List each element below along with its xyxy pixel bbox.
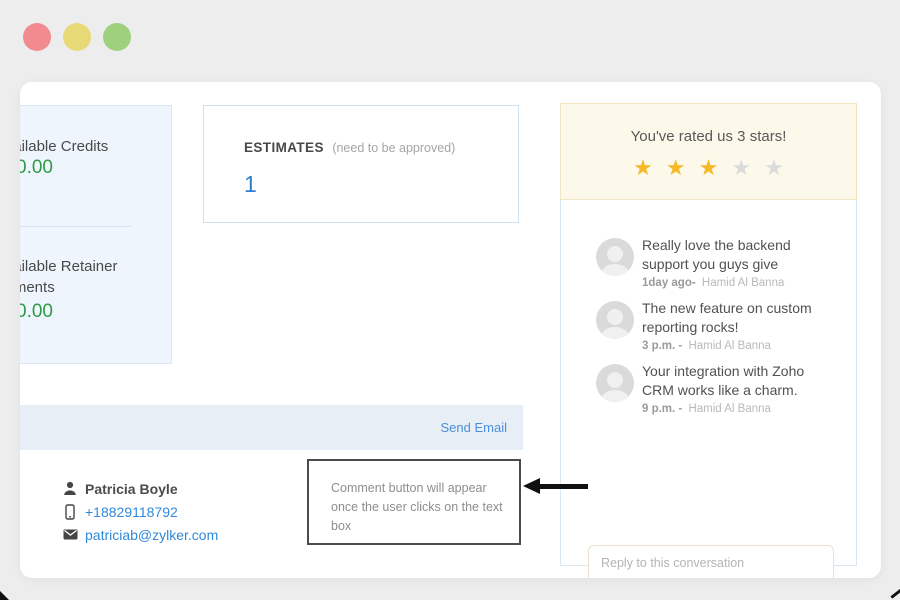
credits-summary-card: Available Credits 0.00 Available Retaine…	[20, 105, 172, 364]
send-email-band: Send Email	[20, 405, 523, 450]
star-rating: ★ ★ ★ ★ ★	[561, 157, 856, 179]
comment-item: The new feature on custom reporting rock…	[561, 299, 856, 352]
retainer-label-line2: Payments	[20, 279, 55, 296]
star-icon[interactable]: ★	[764, 157, 784, 179]
avatar	[596, 238, 634, 276]
pen-artifact	[890, 588, 900, 598]
minimize-window-button[interactable]	[63, 23, 91, 51]
avatar-person-icon	[607, 372, 623, 388]
estimates-title: ESTIMATES	[244, 140, 324, 155]
comment-author: Hamid Al Banna	[702, 277, 784, 289]
cursor-artifact	[0, 591, 9, 600]
close-window-button[interactable]	[23, 23, 51, 51]
feedback-panel: You've rated us 3 stars! ★ ★ ★ ★ ★ Reall…	[560, 103, 857, 566]
estimates-card[interactable]: ESTIMATES (need to be approved) 1	[203, 105, 519, 223]
annotation-callout: Comment button will appear once the user…	[307, 459, 521, 545]
window-controls	[23, 23, 131, 51]
comment-author: Hamid Al Banna	[688, 403, 770, 415]
callout-arrow-shaft	[538, 484, 588, 489]
avatar	[596, 301, 634, 339]
avatar-person-icon	[607, 246, 623, 262]
comment-text: Really love the backend support you guys…	[642, 236, 832, 274]
comment-author: Hamid Al Banna	[688, 340, 770, 352]
available-credits-amount: 0.00	[20, 157, 53, 179]
comment-item: Your integration with Zoho CRM works lik…	[561, 362, 856, 415]
star-icon[interactable]: ★	[633, 157, 653, 179]
comment-text: The new feature on custom reporting rock…	[642, 299, 832, 337]
contact-name: Patricia Boyle	[85, 481, 178, 497]
user-icon	[62, 481, 78, 496]
estimates-heading: ESTIMATES (need to be approved)	[244, 139, 518, 157]
contact-phone-link[interactable]: +18829118792	[85, 504, 178, 520]
estimates-count[interactable]: 1	[244, 171, 518, 198]
card-divider	[20, 226, 131, 227]
star-icon[interactable]: ★	[699, 157, 719, 179]
available-credits-label: Available Credits	[20, 138, 108, 155]
rating-header: You've rated us 3 stars! ★ ★ ★ ★ ★	[560, 103, 857, 200]
contact-email-row: patriciab@zylker.com	[62, 526, 218, 543]
estimates-subtitle: (need to be approved)	[332, 141, 455, 155]
contact-email-link[interactable]: patriciab@zylker.com	[85, 527, 218, 543]
reply-input[interactable]	[588, 545, 834, 578]
comment-meta: 9 p.m. - Hamid Al Banna	[642, 403, 832, 415]
comment-meta: 3 p.m. - Hamid Al Banna	[642, 340, 832, 352]
send-email-link[interactable]: Send Email	[441, 420, 507, 435]
envelope-icon	[62, 529, 78, 540]
comment-text: Your integration with Zoho CRM works lik…	[642, 362, 832, 400]
comment-time: 3 p.m. -	[642, 340, 682, 352]
rating-title: You've rated us 3 stars!	[561, 128, 856, 145]
comment-time: 9 p.m. -	[642, 403, 682, 415]
comment-time: 1day ago-	[642, 277, 696, 289]
star-icon[interactable]: ★	[731, 157, 751, 179]
contact-block: Patricia Boyle +18829118792 patriciab@zy…	[62, 480, 218, 543]
annotation-text: Comment button will appear once the user…	[331, 479, 503, 536]
star-icon[interactable]: ★	[666, 157, 686, 179]
zoom-window-button[interactable]	[103, 23, 131, 51]
comments-section: Really love the backend support you guys…	[560, 200, 857, 566]
portal-window: Available Credits 0.00 Available Retaine…	[20, 82, 881, 578]
retainer-amount: 0.00	[20, 301, 53, 323]
contact-phone-row: +18829118792	[62, 503, 218, 520]
comment-meta: 1day ago- Hamid Al Banna	[642, 277, 832, 289]
avatar-person-icon	[607, 309, 623, 325]
comment-item: Really love the backend support you guys…	[561, 236, 856, 289]
contact-name-row: Patricia Boyle	[62, 480, 218, 497]
phone-icon	[62, 504, 78, 520]
avatar	[596, 364, 634, 402]
retainer-label-line1: Available Retainer	[20, 258, 117, 275]
